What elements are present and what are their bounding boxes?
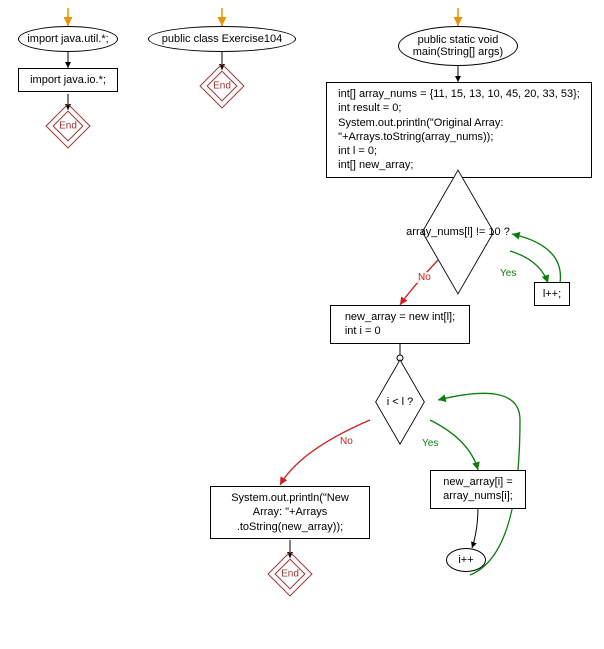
- end-text: End: [213, 81, 231, 92]
- edge-label-yes-1: Yes: [498, 268, 518, 279]
- node-text: array_nums[l] != 10 ?: [406, 226, 510, 238]
- node-text: public static void main(String[] args): [413, 34, 503, 58]
- node-text: import java.io.*;: [30, 73, 106, 87]
- node-assign: new_array[i] = array_nums[i];: [430, 470, 526, 509]
- node-text: import java.util.*;: [27, 33, 108, 45]
- decision-array-not-10: array_nums[l] != 10 ?: [406, 206, 510, 258]
- edge-label-no-1: No: [416, 272, 433, 283]
- edge-label-no-2: No: [338, 436, 355, 447]
- node-main-method: public static void main(String[] args): [398, 26, 518, 66]
- node-text: System.out.println("New Array: "+Arrays …: [231, 491, 349, 534]
- node-text: i++: [458, 554, 473, 566]
- node-import-io: import java.io.*;: [18, 68, 118, 92]
- end-text: End: [281, 569, 299, 580]
- node-text: int[] array_nums = {11, 15, 13, 10, 45, …: [338, 87, 580, 173]
- node-text: i < l ?: [387, 396, 414, 408]
- node-class-decl: public class Exercise104: [148, 26, 296, 52]
- node-l-increment: l++;: [534, 282, 570, 306]
- node-i-increment: i++: [446, 548, 486, 572]
- end-node-3: End: [274, 558, 306, 590]
- node-text: public class Exercise104: [162, 33, 282, 45]
- node-new-array: new_array = new int[l]; int i = 0: [330, 305, 470, 344]
- node-import-util: import java.util.*;: [18, 26, 118, 52]
- node-text: new_array[i] = array_nums[i];: [443, 475, 513, 504]
- node-text: l++;: [543, 287, 561, 301]
- node-text: new_array = new int[l]; int i = 0: [345, 310, 455, 339]
- node-println: System.out.println("New Array: "+Arrays …: [210, 486, 370, 539]
- node-init-block: int[] array_nums = {11, 15, 13, 10, 45, …: [326, 82, 592, 178]
- end-text: End: [59, 121, 77, 132]
- end-node-2: End: [206, 70, 238, 102]
- edge-label-yes-2: Yes: [420, 438, 440, 449]
- decision-i-less-l: i < l ?: [364, 378, 436, 426]
- end-node-1: End: [52, 110, 84, 142]
